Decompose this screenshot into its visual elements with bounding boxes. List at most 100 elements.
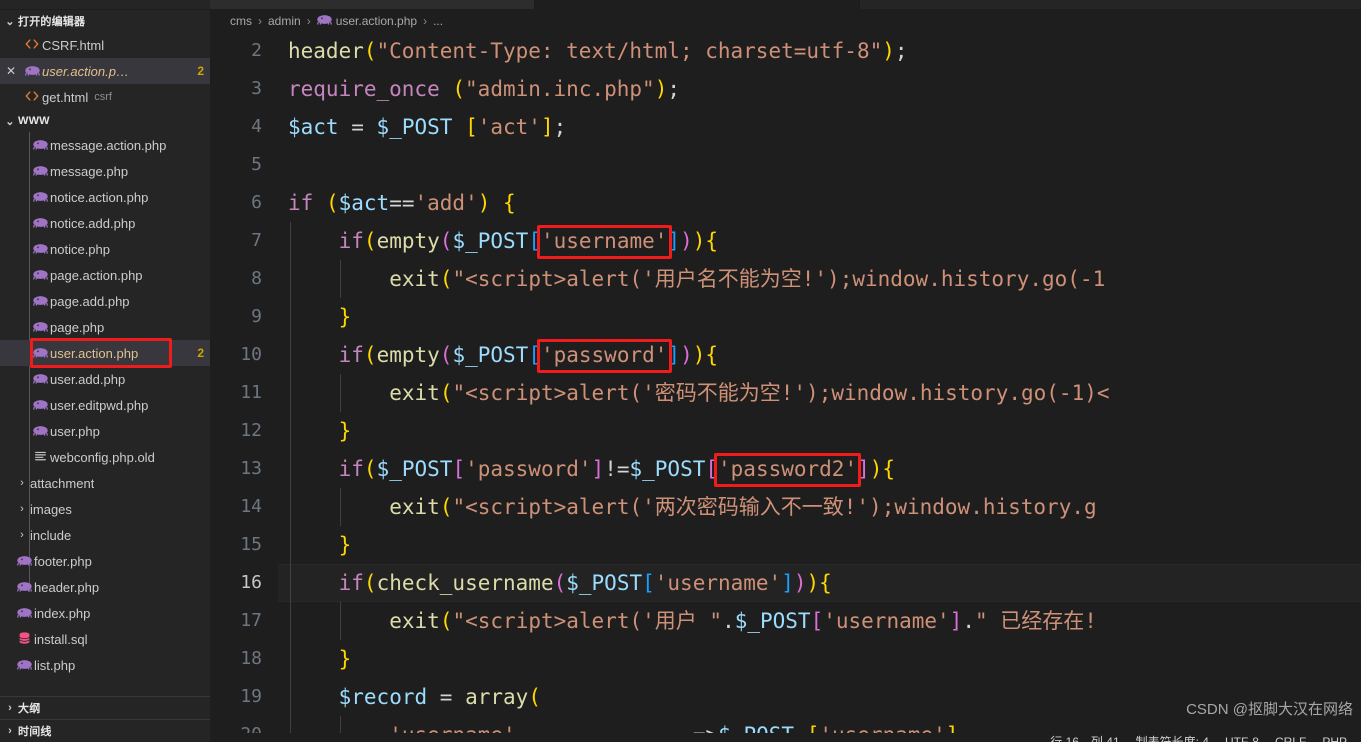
tree-file-page-action-php[interactable]: page.action.php bbox=[0, 262, 210, 288]
indent-guide bbox=[290, 716, 291, 733]
code-line[interactable]: if ($act=='add') { bbox=[278, 184, 1361, 222]
tree-folder-include[interactable]: › include bbox=[0, 522, 210, 548]
tree-file-user-php[interactable]: user.php bbox=[0, 418, 210, 444]
indent-guide bbox=[290, 336, 291, 374]
code-line[interactable]: header("Content-Type: text/html; charset… bbox=[278, 32, 1361, 70]
tree-folder-images[interactable]: › images bbox=[0, 496, 210, 522]
status-line-col[interactable]: 行 16，列 41 bbox=[1050, 733, 1119, 742]
outline-title: 大纲 bbox=[18, 703, 41, 715]
status-language-mode[interactable]: PHP bbox=[1322, 733, 1347, 742]
code-content[interactable]: header("Content-Type: text/html; charset… bbox=[278, 32, 1361, 733]
code-editor: cms › admin › user.action.php › ... 2 3 4 5… bbox=[210, 10, 1361, 742]
tree-file-header-php[interactable]: header.php bbox=[0, 574, 210, 600]
outline-section-header[interactable]: › 大纲 bbox=[0, 696, 210, 719]
code-line[interactable]: } bbox=[278, 298, 1361, 336]
open-editor-item-get-html[interactable]: get.html csrf bbox=[0, 84, 210, 110]
tree-file-index-php[interactable]: index.php bbox=[0, 600, 210, 626]
line-number: 11 bbox=[240, 382, 262, 403]
chevron-down-icon: ⌄ bbox=[5, 115, 15, 128]
line-number: 2 bbox=[251, 40, 262, 61]
open-editors-section-header[interactable]: ⌄ 打开的编辑器 bbox=[0, 10, 210, 32]
editor-tab-strip bbox=[0, 0, 1361, 10]
line-number: 5 bbox=[251, 154, 262, 175]
tree-file-user-editpwd-php[interactable]: user.editpwd.php bbox=[0, 392, 210, 418]
tree-item-label: index.php bbox=[34, 605, 91, 621]
breadcrumb-item-file[interactable]: user.action.php bbox=[336, 14, 417, 28]
tree-file-footer-php[interactable]: footer.php bbox=[0, 548, 210, 574]
code-line[interactable] bbox=[278, 146, 1361, 184]
tree-item-label: notice.action.php bbox=[50, 189, 149, 205]
tree-file-page-add-php[interactable]: page.add.php bbox=[0, 288, 210, 314]
indent-guide bbox=[290, 412, 291, 450]
problem-count-badge: 2 bbox=[197, 346, 204, 360]
code-line[interactable]: $act = $_POST ['act']; bbox=[278, 108, 1361, 146]
tab-active-user-action-php[interactable] bbox=[535, 0, 860, 9]
php-icon bbox=[30, 243, 50, 256]
tree-file-message-action-php[interactable]: message.action.php bbox=[0, 132, 210, 158]
tree-item-label: user.editpwd.php bbox=[50, 397, 149, 413]
tree-item-label: attachment bbox=[30, 475, 95, 491]
open-editors-title: 打开的编辑器 bbox=[18, 16, 86, 28]
code-line[interactable]: exit("<script>alert('密码不能为空!');window.hi… bbox=[278, 374, 1361, 412]
tree-item-label: page.php bbox=[50, 319, 105, 335]
code-line[interactable]: exit("<script>alert('两次密码输入不一致!');window… bbox=[278, 488, 1361, 526]
breadcrumb-item-cms[interactable]: cms bbox=[230, 14, 252, 28]
file-tree-rows: message.action.php message.php notice.acti… bbox=[0, 132, 210, 678]
sql-icon bbox=[14, 631, 34, 647]
code-line[interactable]: require_once ("admin.inc.php"); bbox=[278, 70, 1361, 108]
timeline-section-header[interactable]: › 时间线 bbox=[0, 719, 210, 742]
www-section-header[interactable]: ⌄ WWW bbox=[0, 110, 210, 132]
explorer-sidebar: ⌄ 打开的编辑器 CSRF.html ✕ user.action.p… 2 ge… bbox=[0, 10, 210, 742]
code-line[interactable]: if(empty($_POST['password'])){ bbox=[278, 336, 1361, 374]
tree-folder-attachment[interactable]: › attachment bbox=[0, 470, 210, 496]
php-icon bbox=[30, 217, 50, 230]
status-encoding[interactable]: UTF-8 bbox=[1225, 733, 1259, 742]
open-editor-item-csrf-html[interactable]: CSRF.html bbox=[0, 32, 210, 58]
tree-item-label: footer.php bbox=[34, 553, 92, 569]
code-viewport[interactable]: 2 3 4 5 6 7 8 9 10 11 12 13 14 15 16 17 18 19 20 header("C… bbox=[210, 32, 1361, 733]
code-line[interactable]: if(empty($_POST['username'])){ bbox=[278, 222, 1361, 260]
code-line[interactable]: exit("<script>alert('用户名不能为空!');window.h… bbox=[278, 260, 1361, 298]
breadcrumb-item-symbol[interactable]: ... bbox=[433, 14, 443, 28]
tree-item-label: notice.add.php bbox=[50, 215, 136, 231]
status-eol[interactable]: CRLF bbox=[1275, 733, 1306, 742]
breadcrumb-item-admin[interactable]: admin bbox=[268, 14, 301, 28]
line-number: 12 bbox=[240, 420, 262, 441]
code-line[interactable]: } bbox=[278, 526, 1361, 564]
code-line[interactable]: if($_POST['password']!=$_POST['password2… bbox=[278, 450, 1361, 488]
tree-file-notice-add-php[interactable]: notice.add.php bbox=[0, 210, 210, 236]
indent-guide bbox=[290, 488, 291, 526]
code-line[interactable]: exit("<script>alert('用户 ".$_POST['userna… bbox=[278, 602, 1361, 640]
tree-item-label: user.action.php bbox=[50, 345, 139, 361]
code-line[interactable]: } bbox=[278, 412, 1361, 450]
tree-item-label: header.php bbox=[34, 579, 100, 595]
open-editor-item-user-action-php[interactable]: ✕ user.action.p… 2 bbox=[0, 58, 210, 84]
status-tab-size[interactable]: 制表符长度: 4 bbox=[1136, 733, 1209, 742]
php-icon bbox=[30, 191, 50, 204]
tree-file-notice-php[interactable]: notice.php bbox=[0, 236, 210, 262]
line-number: 3 bbox=[251, 78, 262, 99]
breadcrumb-separator: › bbox=[258, 14, 262, 28]
tree-file-page-php[interactable]: page.php bbox=[0, 314, 210, 340]
tree-file-webconfig-php-old[interactable]: webconfig.php.old bbox=[0, 444, 210, 470]
tab-inactive-1[interactable] bbox=[210, 0, 535, 9]
chevron-right-icon: › bbox=[8, 725, 12, 737]
csdn-watermark: CSDN @抠脚大汉在网络 bbox=[1186, 701, 1353, 718]
line-number: 17 bbox=[240, 610, 262, 631]
tree-file-list-php[interactable]: list.php bbox=[0, 652, 210, 678]
chevron-right-icon: › bbox=[20, 503, 24, 515]
indent-guide bbox=[340, 374, 342, 412]
tabstrip-sidebar-spacer bbox=[0, 0, 210, 9]
indent-guide bbox=[290, 640, 291, 678]
close-icon[interactable]: ✕ bbox=[0, 64, 22, 78]
tree-item-label: install.sql bbox=[34, 631, 88, 647]
tree-file-notice-action-php[interactable]: notice.action.php bbox=[0, 184, 210, 210]
tree-file-message-php[interactable]: message.php bbox=[0, 158, 210, 184]
code-line[interactable]: if(check_username($_POST['username'])){ bbox=[278, 564, 1361, 602]
code-line[interactable]: } bbox=[278, 640, 1361, 678]
tree-item-label: webconfig.php.old bbox=[50, 449, 155, 465]
tree-file-install-sql[interactable]: install.sql bbox=[0, 626, 210, 652]
tree-file-user-add-php[interactable]: user.add.php bbox=[0, 366, 210, 392]
line-number: 16 bbox=[240, 572, 262, 593]
tree-file-user-action-php[interactable]: user.action.php 2 bbox=[0, 340, 210, 366]
